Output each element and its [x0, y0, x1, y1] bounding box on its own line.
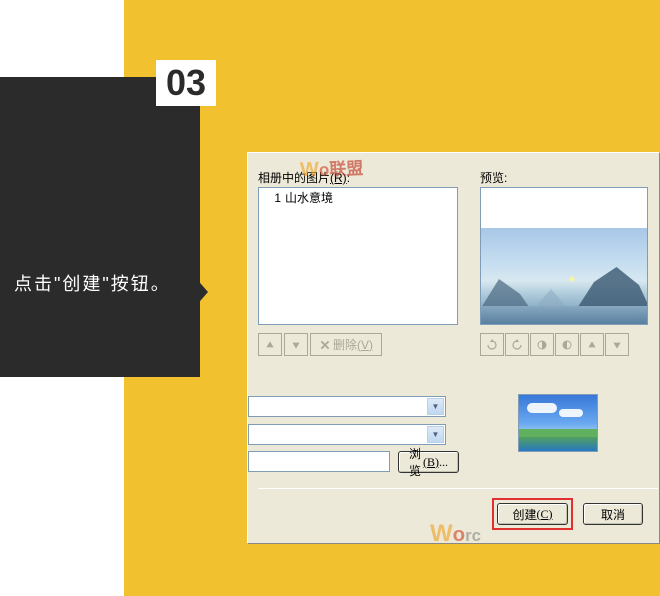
contrast-up-button[interactable] — [530, 333, 554, 356]
pictures-label: 相册中的图片(R): — [258, 169, 350, 186]
chevron-down-icon: ▼ — [427, 426, 444, 443]
move-up-button[interactable] — [258, 333, 282, 356]
list-item-name: 山水意境 — [285, 190, 333, 206]
create-button[interactable]: 创建(C) — [497, 503, 568, 525]
theme-textfield[interactable] — [248, 451, 390, 472]
remove-button[interactable]: 删除(V) — [310, 333, 382, 356]
album-dialog: 相册中的图片(R): 预览: 1 山水意境 删除(V) ▼ — [247, 152, 660, 544]
rotate-right-button[interactable] — [505, 333, 529, 356]
move-down-button[interactable] — [284, 333, 308, 356]
pictures-listbox[interactable]: 1 山水意境 — [258, 187, 458, 325]
preview-label: 预览: — [480, 169, 507, 186]
brightness-down-button[interactable] — [605, 333, 629, 356]
chevron-down-icon: ▼ — [427, 398, 444, 415]
dark-sidebar — [0, 77, 200, 377]
contrast-down-button[interactable] — [555, 333, 579, 356]
brightness-up-button[interactable] — [580, 333, 604, 356]
preview-image — [481, 228, 647, 324]
step-number-badge: 03 — [156, 60, 216, 106]
preview-pane — [480, 187, 648, 325]
image-adjust-toolbar — [480, 333, 629, 356]
separator — [258, 488, 658, 489]
instruction-text: 点击"创建"按钮。 — [14, 270, 184, 299]
browse-button[interactable]: 浏览(B)... — [398, 451, 459, 473]
cancel-button[interactable]: 取消 — [583, 503, 643, 525]
arrow-pointer-icon — [180, 260, 208, 324]
frame-dropdown[interactable]: ▼ — [248, 424, 446, 445]
rotate-left-button[interactable] — [480, 333, 504, 356]
layout-dropdown[interactable]: ▼ — [248, 396, 446, 417]
layout-thumbnail — [518, 394, 598, 452]
list-item[interactable]: 1 山水意境 — [261, 190, 455, 206]
list-toolbar: 删除(V) — [258, 333, 382, 356]
list-item-index: 1 — [261, 190, 285, 206]
